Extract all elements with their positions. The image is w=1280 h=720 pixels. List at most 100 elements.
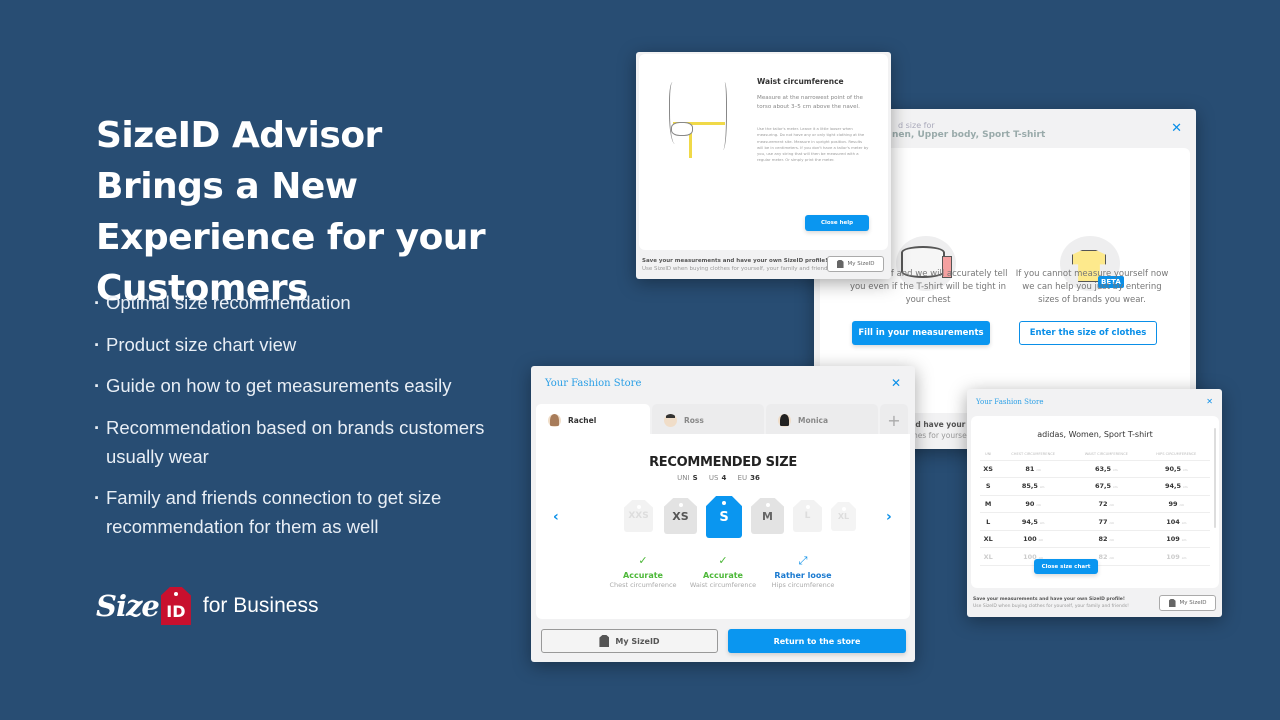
tab-monica[interactable]: Monica — [766, 404, 878, 436]
measurement-cell: 67,5 cm — [1069, 477, 1143, 496]
size-system-value: 4 — [721, 474, 727, 482]
footer-save-text: Save your measurements and have your own… — [642, 258, 828, 264]
unit-label: cm — [1109, 502, 1115, 507]
size-cell: XS — [980, 460, 997, 479]
recommendation-card: RECOMMENDED SIZE UNI S US 4 EU 36 ‹ › XXS X… — [536, 434, 910, 619]
my-sizeid-button[interactable]: My SizeID — [827, 256, 884, 272]
table-row: L 94,5 cm 77 cm 104 cm — [980, 512, 1210, 531]
size-systems: UNI S US 4 EU 36 — [536, 474, 910, 482]
unit-label: cm — [1109, 520, 1115, 525]
fit-status: Accurate — [703, 571, 743, 580]
measurement-cell: 85,5 cm — [996, 477, 1070, 496]
measurement-cell: 94,5 cm — [1142, 477, 1210, 496]
unit-label: cm — [1109, 555, 1115, 560]
size-chart-card: adidas, Women, Sport T-shirt UNI CHEST C… — [971, 416, 1219, 588]
size-chart-table: UNI CHEST CIRCUMFERENCE WAIST CIRCUMFERE… — [980, 448, 1210, 567]
unit-label: cm — [1109, 538, 1115, 543]
cell-value: M — [984, 499, 992, 508]
measurement-cell: 109 cm — [1142, 547, 1210, 567]
size-option-xs[interactable]: XS — [664, 498, 697, 534]
my-sizeid-label: My SizeID — [1179, 600, 1207, 606]
unit-label: cm — [1183, 467, 1188, 472]
tab-label: Rachel — [568, 415, 597, 425]
size-option-xxs[interactable]: XXS — [624, 500, 653, 532]
close-size-chart-button[interactable]: Close size chart — [1034, 559, 1098, 574]
measurement-cell: 77 cm — [1069, 512, 1143, 531]
cell-value: 90,5 — [1164, 464, 1182, 473]
close-help-button[interactable]: Close help — [805, 215, 869, 231]
tab-label: Monica — [798, 415, 829, 425]
unit-label: cm — [1039, 485, 1045, 490]
brand-suffix: for Business — [202, 594, 319, 617]
close-icon[interactable]: ✕ — [1171, 121, 1182, 136]
tab-ross[interactable]: Ross — [652, 404, 764, 436]
tab-label: Ross — [684, 415, 704, 425]
find-title: nen, Upper body, Sport T-shirt — [892, 130, 1046, 140]
feature-item: Recommendation based on brands customers… — [94, 413, 514, 471]
column-header: UNI — [980, 448, 997, 461]
sizeid-tag-icon — [1168, 599, 1176, 607]
column-header: HIPS CIRCUMFERENCE — [1142, 448, 1210, 461]
return-to-store-button[interactable]: Return to the store — [728, 629, 906, 653]
cell-value: 82 — [1098, 535, 1108, 544]
my-sizeid-label: My SizeID — [615, 636, 660, 646]
cell-value: 72 — [1098, 499, 1108, 508]
fill-measurements-button[interactable]: Fill in your measurements — [852, 321, 990, 345]
cell-value: 94,5 — [1164, 482, 1182, 491]
my-sizeid-label: My SizeID — [847, 261, 875, 267]
measurement-cell: 81 cm — [996, 460, 1070, 479]
cell-value: 99 — [1168, 499, 1178, 508]
size-option-xl[interactable]: XL — [831, 502, 856, 531]
close-icon[interactable]: ✕ — [891, 376, 901, 390]
cell-value: XL — [983, 535, 993, 544]
measurement-cell: 104 cm — [1142, 512, 1210, 531]
cell-value: 100 — [1023, 535, 1037, 544]
tab-rachel[interactable]: Rachel — [536, 404, 650, 436]
measurement-cell: 63,5 cm — [1069, 460, 1143, 479]
size-cell: L — [980, 512, 997, 531]
fit-label: Chest circumference — [609, 581, 677, 589]
cell-value: XS — [983, 464, 993, 473]
my-sizeid-button[interactable]: My SizeID — [1159, 595, 1216, 611]
cell-value: L — [986, 517, 991, 526]
size-cell: S — [980, 477, 997, 496]
cell-value: 81 — [1025, 464, 1035, 473]
measurement-cell: 99 cm — [1142, 495, 1210, 514]
unit-label: cm — [1179, 502, 1185, 507]
expand-arrows-icon: ⤢ — [798, 554, 808, 567]
size-cell: XL — [980, 547, 997, 567]
size-system-label: EU — [737, 474, 748, 482]
feature-item: Product size chart view — [94, 330, 514, 359]
help-body: Use the tailor's meter. Leave it a littl… — [757, 126, 869, 163]
footer-save-text: Save your measurements and have your own… — [973, 597, 1125, 602]
close-icon[interactable]: ✕ — [1206, 397, 1213, 406]
unit-label: cm — [1181, 555, 1187, 560]
size-system-label: UNI — [677, 474, 690, 482]
size-option-l[interactable]: L — [793, 500, 822, 532]
unit-label: cm — [1038, 538, 1044, 543]
brands-description: If you cannot measure yourself now we ca… — [1015, 269, 1169, 305]
size-chart-window: Your Fashion Store ✕ adidas, Women, Spor… — [967, 389, 1222, 617]
size-system-value: S — [692, 474, 698, 482]
fit-chest: ✓ Accurate Chest circumference — [598, 554, 688, 589]
enter-clothes-size-button[interactable]: Enter the size of clothes — [1019, 321, 1157, 345]
size-system-label: US — [708, 474, 719, 482]
measurement-cell: 72 cm — [1069, 495, 1143, 514]
help-card: Waist circumference Measure at the narro… — [639, 54, 888, 250]
chevron-left-icon[interactable]: ‹ — [553, 509, 559, 525]
table-row: S 85,5 cm 67,5 cm 94,5 cm — [980, 477, 1210, 496]
help-subtitle: Measure at the narrowest point of the to… — [757, 95, 863, 110]
size-option-s-selected[interactable]: S — [706, 496, 742, 538]
feature-item: Family and friends connection to get siz… — [94, 483, 514, 541]
add-person-button[interactable]: + — [880, 404, 908, 436]
column-header: CHEST CIRCUMFERENCE — [996, 448, 1070, 461]
unit-label: cm — [1183, 485, 1188, 490]
cell-value: 94,5 — [1021, 517, 1038, 526]
unit-label: cm — [1113, 467, 1118, 472]
scrollbar[interactable] — [1214, 428, 1216, 528]
chevron-right-icon[interactable]: › — [886, 509, 892, 525]
cell-value: 67,5 — [1094, 482, 1112, 491]
product-title: adidas, Women, Sport T-shirt — [1037, 430, 1153, 439]
size-option-m[interactable]: M — [751, 498, 784, 534]
my-sizeid-button[interactable]: My SizeID — [541, 629, 718, 653]
